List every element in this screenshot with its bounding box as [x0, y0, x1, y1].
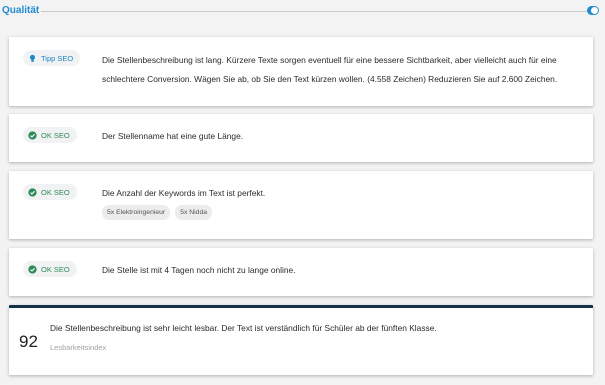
seo-message: Die Stellenbeschreibung ist lang. Kürzer…	[102, 51, 579, 89]
readability-card: 92 Die Stellenbeschreibung ist sehr leic…	[9, 305, 593, 375]
header-divider	[41, 11, 587, 12]
badge-label: OK SEO	[41, 264, 70, 274]
keyword-chip: 5x Elektroingenieur	[102, 205, 171, 220]
seo-badge-ok: OK SEO	[23, 261, 77, 277]
seo-check-card: Tipp SEO Die Stellenbeschreibung ist lan…	[9, 37, 593, 106]
seo-message-line: Die Stellenbeschreibung ist lang. Kürzer…	[102, 55, 557, 65]
badge-label: Tipp SEO	[41, 53, 74, 63]
seo-message: Die Anzahl der Keywords im Text ist perf…	[102, 188, 266, 198]
toggle-knob	[591, 7, 598, 14]
seo-badge-ok: OK SEO	[23, 184, 77, 200]
seo-badge-tip: Tipp SEO	[23, 50, 81, 66]
seo-check-card: OK SEO Die Anzahl der Keywords im Text i…	[9, 171, 593, 239]
check-circle-icon	[28, 187, 37, 197]
seo-message: Die Stelle ist mit 4 Tagen noch nicht zu…	[102, 265, 296, 275]
keyword-chips: 5x Elektroingenieur 5x Nidda	[102, 205, 213, 220]
seo-check-card: OK SEO Der Stellenname hat eine gute Län…	[9, 114, 593, 162]
badge-label: OK SEO	[41, 130, 70, 140]
readability-score: 92	[19, 332, 38, 351]
keyword-chip: 5x Nidda	[175, 205, 213, 220]
seo-badge-ok: OK SEO	[23, 127, 77, 143]
section-title: Qualität	[2, 5, 40, 16]
badge-label: OK SEO	[41, 187, 70, 197]
check-circle-icon	[28, 264, 37, 274]
quality-header: Qualität	[0, 0, 605, 24]
quality-toggle[interactable]	[587, 6, 599, 15]
readability-label: Lesbarkeitsindex	[50, 343, 107, 352]
seo-message-line: schlechtere Conversion. Wägen Sie ab, ob…	[102, 74, 558, 84]
check-circle-icon	[28, 130, 37, 140]
readability-message: Die Stellenbeschreibung ist sehr leicht …	[50, 323, 437, 333]
lightbulb-icon	[28, 54, 37, 63]
seo-check-card: OK SEO Die Stelle ist mit 4 Tagen noch n…	[9, 248, 593, 296]
seo-message: Der Stellenname hat eine gute Länge.	[102, 131, 244, 141]
